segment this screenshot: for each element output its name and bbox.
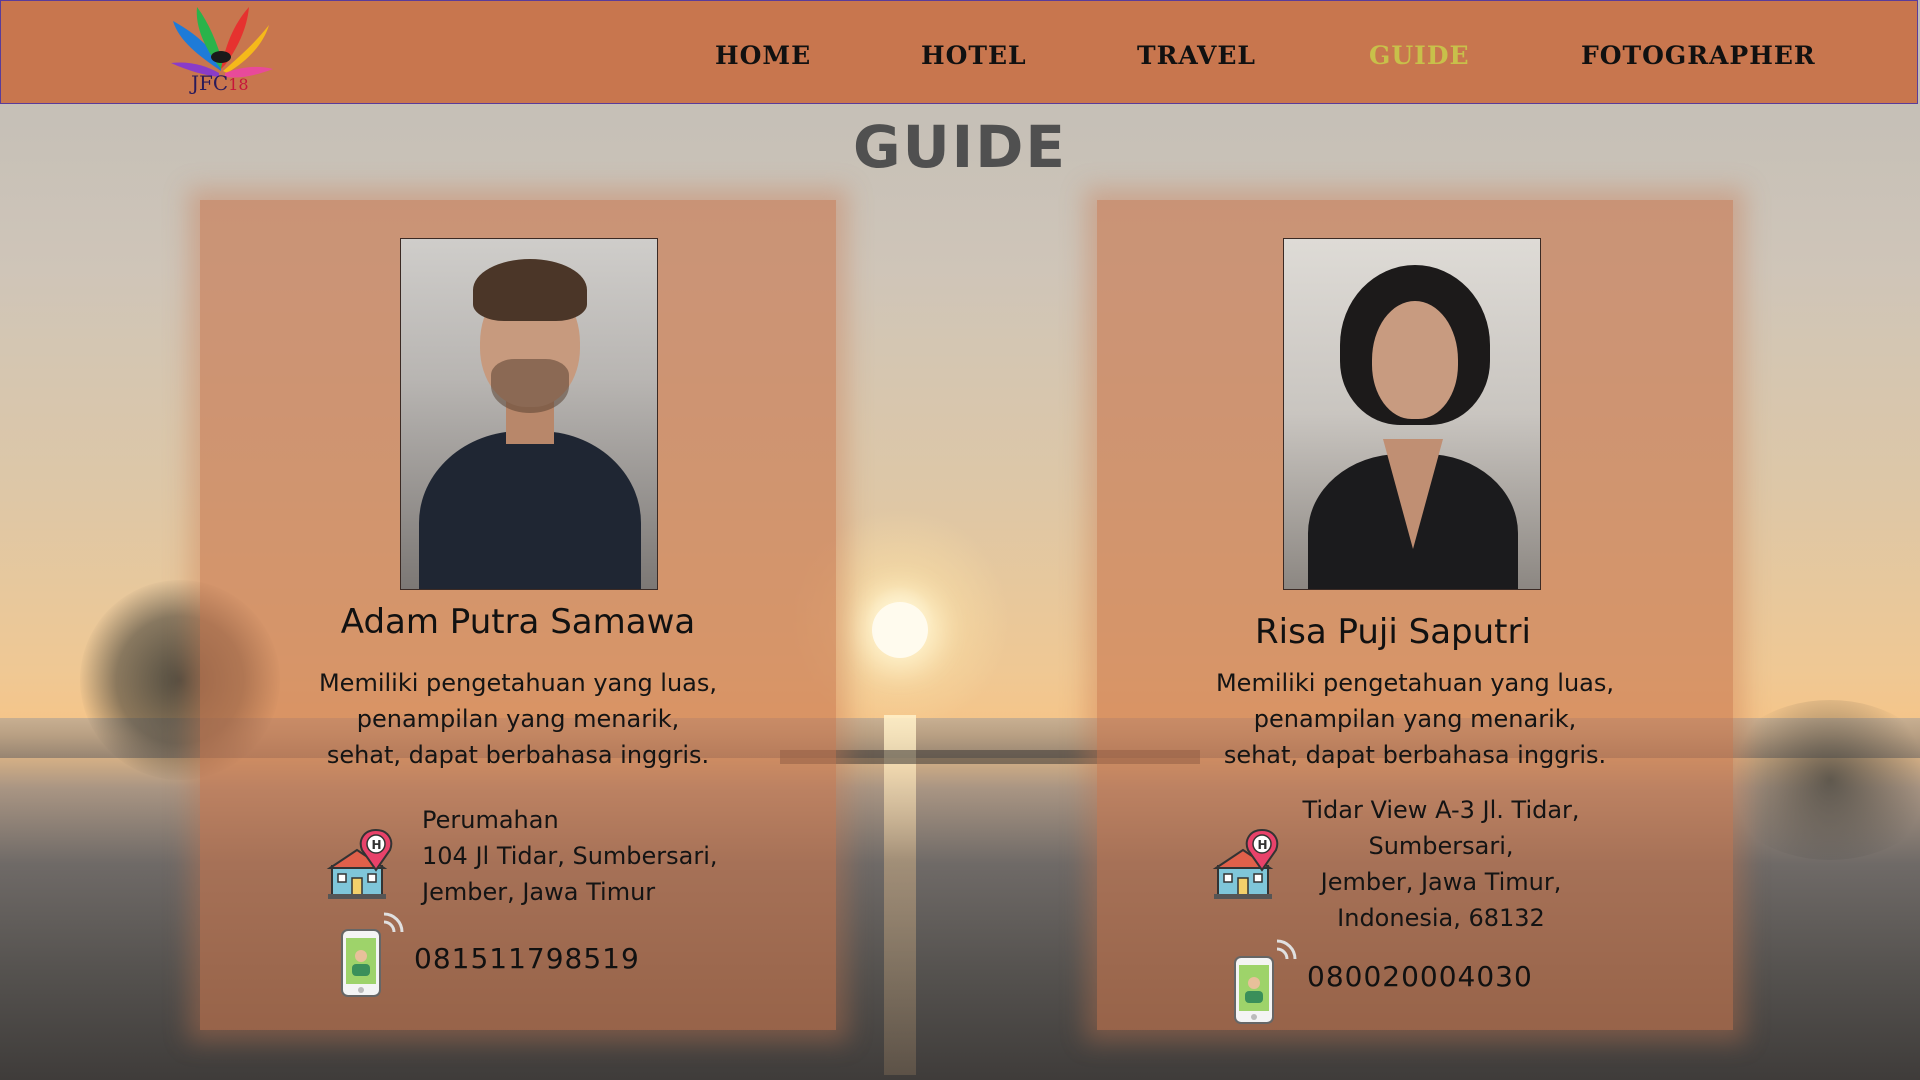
guide-address: Perumahan 104 Jl Tidar, Sumbersari, Jemb…	[422, 802, 718, 910]
address-line: Jember, Jawa Timur	[422, 878, 656, 906]
nav-hotel[interactable]: HOTEL	[921, 41, 1027, 70]
logo-number: 18	[228, 75, 249, 94]
guide-card: Adam Putra Samawa Memiliki pengetahuan y…	[200, 200, 836, 1030]
description-line: sehat, dapat berbahasa inggris.	[1223, 741, 1607, 769]
address-line: Sumbersari,	[1368, 832, 1514, 860]
nav-fotographer[interactable]: FOTOGRAPHER	[1581, 41, 1816, 70]
description-line: sehat, dapat berbahasa inggris.	[326, 741, 710, 769]
logo[interactable]: JFC18	[169, 1, 273, 97]
guide-photo	[1283, 238, 1541, 590]
guide-phone-number[interactable]: 081511798519	[414, 942, 640, 975]
guide-phone-number[interactable]: 080020004030	[1307, 960, 1533, 993]
photo-hair	[473, 259, 587, 321]
svg-text:H: H	[372, 838, 382, 852]
description-line: penampilan yang menarik,	[1253, 705, 1577, 733]
description-line: Memiliki pengetahuan yang luas,	[1215, 669, 1615, 697]
guide-address: Tidar View A-3 Jl. Tidar, Sumbersari, Je…	[1291, 792, 1591, 936]
sun	[872, 602, 928, 658]
photo-face	[1372, 301, 1458, 419]
hotel-location-icon: H	[1212, 828, 1279, 899]
phone-icon	[1234, 939, 1297, 1024]
address-line: Tidar View A-3 Jl. Tidar,	[1302, 796, 1580, 824]
guide-description: Memiliki pengetahuan yang luas, penampil…	[1097, 665, 1733, 773]
guide-description: Memiliki pengetahuan yang luas, penampil…	[200, 665, 836, 773]
logo-letters: JFC	[191, 71, 229, 95]
guide-name: Adam Putra Samawa	[340, 602, 696, 642]
guide-name: Risa Puji Saputri	[1255, 612, 1531, 652]
guide-card: Risa Puji Saputri Memiliki pengetahuan y…	[1097, 200, 1733, 1030]
description-line: Memiliki pengetahuan yang luas,	[318, 669, 718, 697]
svg-text:H: H	[1258, 838, 1268, 852]
phone-icon	[341, 912, 404, 997]
nav-home[interactable]: HOME	[715, 41, 811, 70]
guide-photo	[400, 238, 658, 590]
description-line: penampilan yang menarik,	[356, 705, 680, 733]
nav-guide[interactable]: GUIDE	[1369, 41, 1470, 70]
nav-travel[interactable]: TRAVEL	[1137, 41, 1256, 70]
hotel-location-icon: H	[326, 828, 393, 899]
navbar: JFC18 HOME HOTEL TRAVEL GUIDE FOTOGRAPHE…	[0, 0, 1918, 104]
address-line: 104 Jl Tidar, Sumbersari,	[422, 842, 718, 870]
photo-body	[419, 431, 641, 589]
shrub	[1720, 700, 1920, 860]
sun-reflection	[884, 715, 916, 1075]
logo-text: JFC18	[191, 71, 249, 95]
address-line: Jember, Jawa Timur,	[1320, 868, 1562, 896]
photo-beard	[491, 359, 569, 413]
page-title: GUIDE	[852, 113, 1068, 181]
address-line: Perumahan	[422, 806, 559, 834]
address-line: Indonesia, 68132	[1337, 904, 1545, 932]
